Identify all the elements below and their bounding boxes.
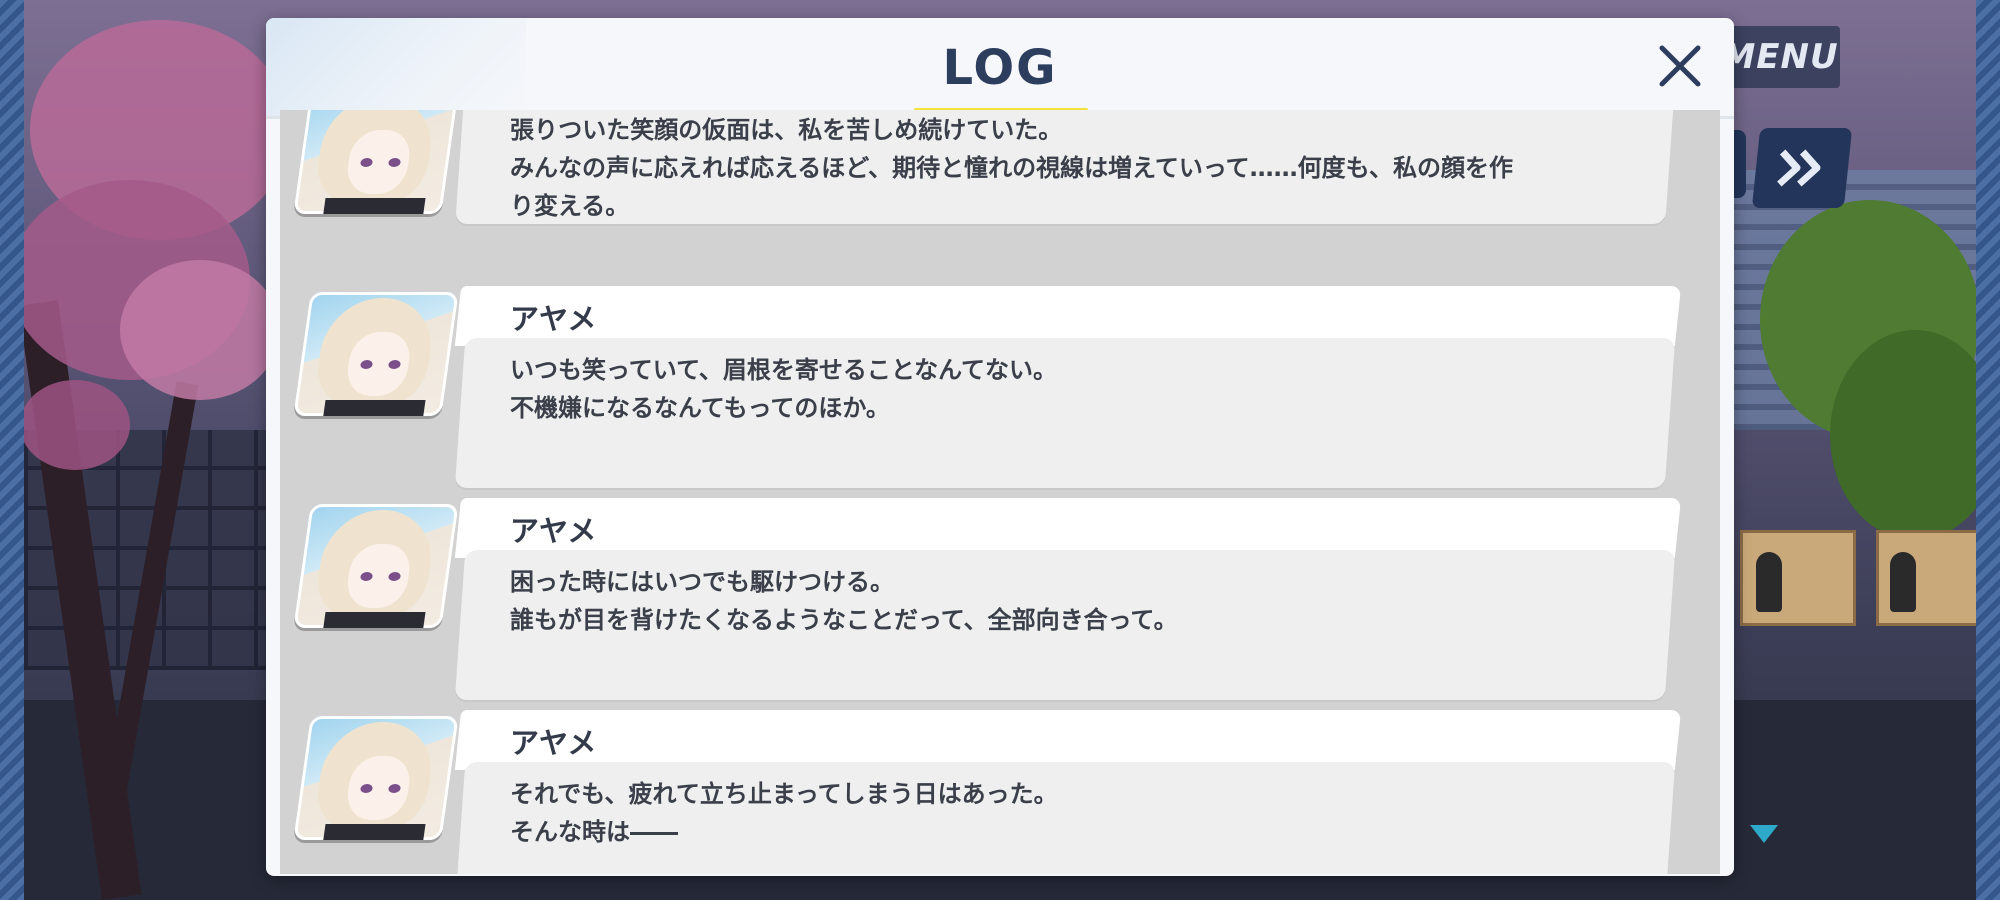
fast-forward-icon: [1777, 149, 1821, 187]
speaker-name: アヤメ: [510, 726, 597, 760]
avatar-portrait: [293, 292, 459, 416]
speaker-name: アヤメ: [510, 302, 597, 336]
menu-button[interactable]: MENU: [1720, 26, 1840, 88]
speaker-name-box: [454, 286, 1682, 346]
background-target-figure: [1756, 552, 1782, 612]
log-entry: アヤメ 困った時にはいつでも駆けつける。 誰もが目を背けたくなるようなことだって…: [280, 498, 1720, 712]
speaker-name: アヤメ: [510, 514, 597, 548]
message-line: 困った時にはいつでも駆けつける。: [510, 568, 894, 596]
speaker-avatar: [293, 504, 459, 632]
avatar-portrait: [293, 110, 459, 214]
speaker-name-box: [454, 498, 1682, 558]
log-entry: アヤメ それでも、疲れて立ち止まってしまう日はあった。 そんな時は――: [280, 710, 1720, 874]
avatar-portrait: [293, 716, 459, 840]
message-line: そんな時は――: [510, 818, 678, 846]
speaker-avatar: [293, 292, 459, 420]
scroll-down-icon[interactable]: [1750, 825, 1778, 843]
avatar-portrait: [293, 504, 459, 628]
left-border-stripe: [0, 0, 24, 900]
log-header: LOG: [266, 18, 1734, 118]
speaker-avatar: [293, 716, 459, 844]
close-icon: [1659, 45, 1701, 87]
log-panel: LOG 張りついた笑顔の仮面は、私を苦しめ続けていた。 みんなの声に応えれば応え…: [266, 18, 1734, 876]
message-line: それでも、疲れて立ち止まってしまう日はあった。: [510, 780, 1058, 808]
log-entry: アヤメ いつも笑っていて、眉根を寄せることなんてない。 不機嫌になるなんてもって…: [280, 286, 1720, 500]
message-line: り変える。: [510, 192, 630, 220]
close-button[interactable]: [1650, 36, 1710, 96]
message-line: いつも笑っていて、眉根を寄せることなんてない。: [510, 356, 1057, 384]
log-title: LOG: [942, 40, 1058, 96]
right-border-stripe: [1976, 0, 2000, 900]
message-line: 不機嫌になるなんてもってのほか。: [510, 394, 890, 422]
speaker-name-box: [454, 710, 1682, 770]
message-line: 誰もが目を背けたくなるようなことだって、全部向き合って。: [510, 606, 1178, 634]
background-tree: [1830, 330, 2000, 540]
cherry-blossom: [20, 380, 130, 470]
speaker-avatar: [293, 110, 459, 218]
log-list[interactable]: 張りついた笑顔の仮面は、私を苦しめ続けていた。 みんなの声に応えれば応えるほど、…: [280, 110, 1720, 874]
message-line: みんなの声に応えれば応えるほど、期待と憧れの視線は増えていって……何度も、私の顔…: [510, 154, 1513, 182]
skip-button[interactable]: [1751, 128, 1853, 208]
log-entry: 張りついた笑顔の仮面は、私を苦しめ続けていた。 みんなの声に応えれば応えるほど、…: [280, 110, 1720, 248]
background-target-figure: [1890, 552, 1916, 612]
message-line: 張りついた笑顔の仮面は、私を苦しめ続けていた。: [510, 116, 1063, 144]
cherry-blossom: [120, 260, 280, 400]
